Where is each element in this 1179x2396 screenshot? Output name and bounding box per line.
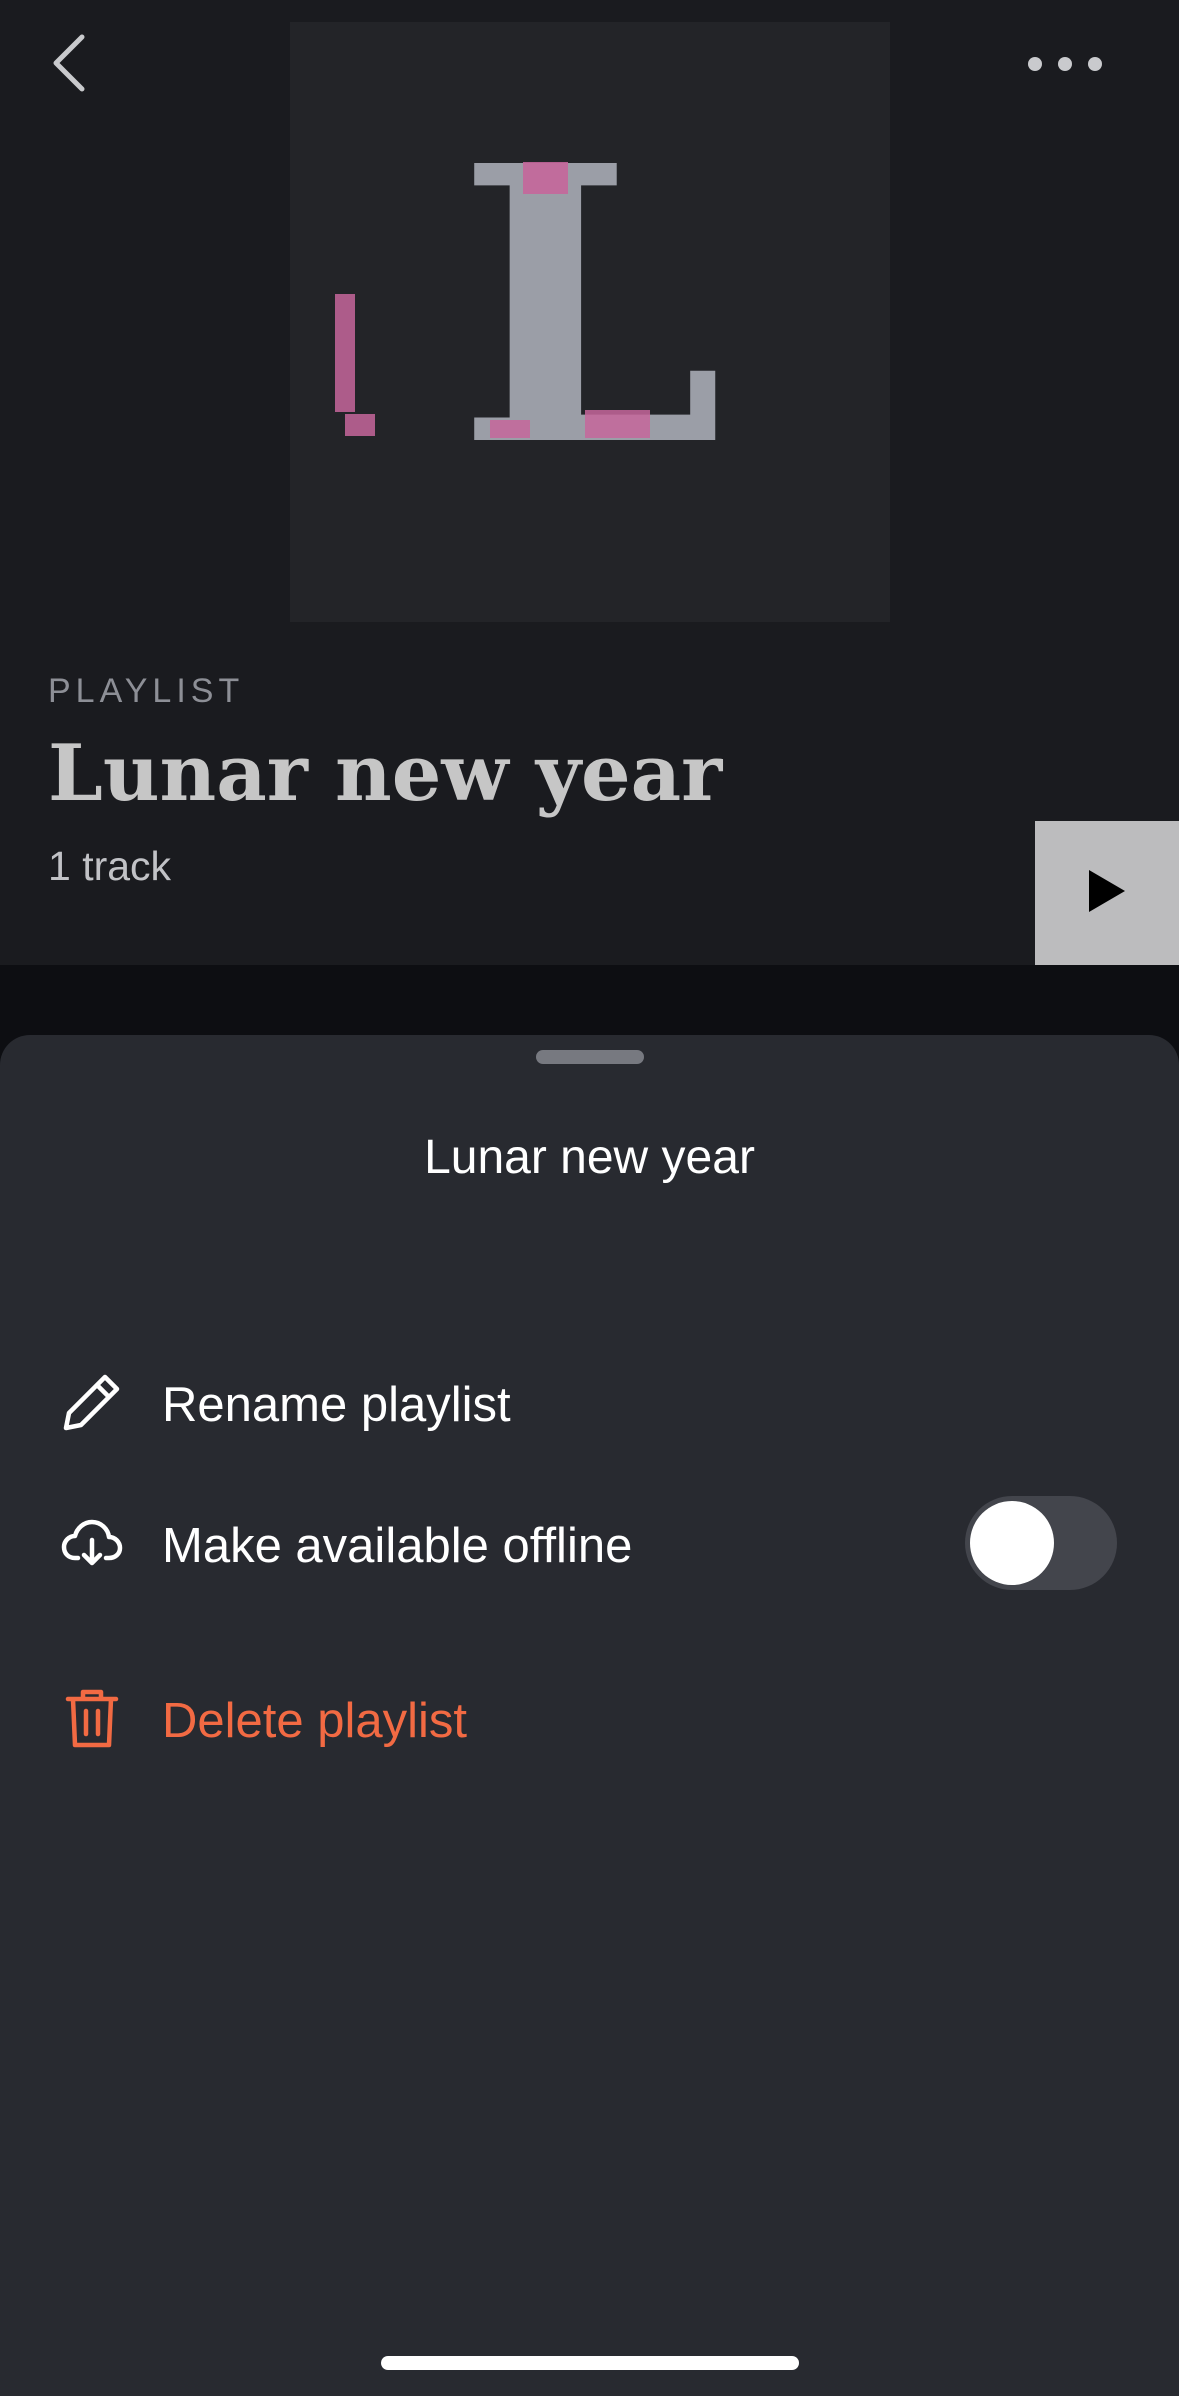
offline-toggle[interactable]: [965, 1496, 1117, 1590]
offline-label: Make available offline: [162, 1519, 633, 1573]
back-button[interactable]: [38, 30, 98, 100]
cover-letter: L: [456, 83, 723, 530]
play-icon: [1087, 868, 1127, 919]
options-sheet: Lunar new year Rename playlist Make avai…: [0, 1035, 1179, 2396]
ellipsis-icon: [1027, 56, 1103, 77]
playlist-eyebrow: PLAYLIST: [48, 672, 245, 710]
play-button[interactable]: [1035, 821, 1179, 965]
playlist-title: Lunar new year: [48, 728, 723, 819]
cover-letter-art: L: [335, 83, 724, 530]
rename-playlist-label: Rename playlist: [162, 1378, 511, 1432]
sheet-grabber[interactable]: [536, 1050, 644, 1064]
delete-playlist-label: Delete playlist: [162, 1694, 468, 1748]
playlist-cover: L: [290, 22, 890, 622]
delete-playlist-item[interactable]: Delete playlist: [0, 1643, 1179, 1793]
home-indicator: [381, 2356, 799, 2370]
rename-playlist-item[interactable]: Rename playlist: [0, 1327, 1179, 1477]
track-count: 1 track: [48, 843, 172, 889]
toggle-knob: [970, 1501, 1054, 1585]
more-options-button[interactable]: [1010, 36, 1120, 96]
trash-icon: [58, 1684, 126, 1752]
chevron-left-icon: [48, 33, 88, 98]
sheet-title: Lunar new year: [424, 1131, 755, 1184]
playlist-header: L PLAYLIST Lunar new year 1 track: [0, 0, 1179, 965]
cloud-download-icon: [58, 1509, 126, 1577]
pencil-icon: [58, 1368, 126, 1436]
sheet-backdrop: [0, 965, 1179, 1035]
